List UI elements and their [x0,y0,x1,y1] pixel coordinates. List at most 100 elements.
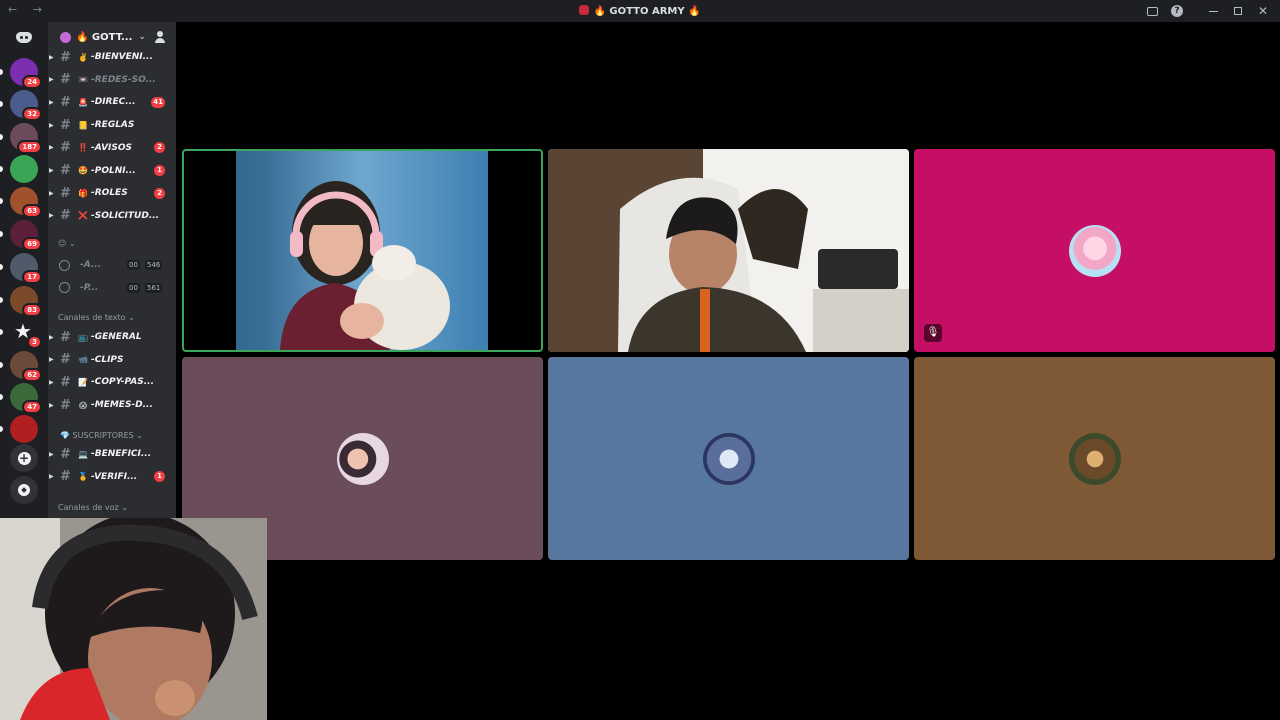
channel-item[interactable]: ▶ # 📒 -REGLAS [48,115,176,135]
channel-item[interactable]: ▶ # 📺 -GENERAL [48,327,176,347]
server-badge-icon [579,5,590,15]
channel-emoji: 🏅 [78,472,88,482]
server-icon[interactable]: 62 [10,351,42,382]
channel-emoji: 📒 [78,120,88,130]
participant-video-1 [236,151,488,350]
voice-category-header[interactable]: 😐 ⌄ [58,239,76,248]
channel-emoji: 🚨 [78,97,88,107]
channel-item[interactable]: ▶ # 📝 -COPY-PAS... [48,372,176,392]
participant-tile-3[interactable]: 🎙 [914,149,1275,352]
channel-item[interactable]: ▶ # 📹 -CLIPS [48,350,176,370]
channel-emoji: 📹 [78,355,88,365]
channel-item[interactable]: ▶ # 💻 -BENEFICI... [48,444,176,464]
channel-emoji: ✌️ [78,52,88,62]
title-bar: ← → 🔥 GOTTO ARMY 🔥 ? ✕ [0,0,1280,22]
text-channel-icon: # [60,117,71,133]
participant-tile-1[interactable] [182,149,543,352]
inbox-icon[interactable] [1146,6,1158,16]
collapse-arrow-icon: ▶ [49,189,54,197]
server-icon[interactable]: 17 [10,253,42,284]
channel-emoji: 📺 [78,332,88,342]
voice-channel-item[interactable]: -A... 00 546 [48,255,176,275]
server-icon[interactable]: 32 [10,90,42,121]
channel-item[interactable]: ▶ # 🏅 -VERIFI... 1 [48,467,176,487]
unread-pill [0,394,3,400]
channel-emoji: 🤩 [78,166,88,175]
channel-emoji: 📼 [78,75,88,85]
text-channel-icon: # [60,140,71,156]
collapse-arrow-icon: ▶ [49,167,54,174]
compass-icon [18,484,30,496]
subscribers-category-header[interactable]: 💎 SUSCRIPTORES ⌄ [60,431,143,440]
channel-emoji: 💻 [78,449,88,459]
unread-pill [0,362,3,368]
collapse-arrow-icon: ▶ [49,53,54,61]
participant-tile-6[interactable] [914,357,1275,560]
channel-name: -REDES-SO... [91,74,156,85]
voice-section-header[interactable]: Canales de voz ⌄ [58,503,128,512]
collapse-arrow-icon: ▶ [49,144,54,152]
streamer-webcam-overlay [0,518,267,720]
participant-avatar-6 [1068,432,1121,485]
channel-name: -BENEFICI... [91,449,152,459]
channel-name: -COPY-PAS... [91,377,154,388]
server-icon[interactable]: 83 [10,286,42,317]
channel-item[interactable]: ▶ # ‼️ -AVISOS 2 [48,138,176,158]
server-notification-badge: 47 [22,400,42,414]
participant-tile-5[interactable] [548,357,909,560]
unread-pill [0,101,3,107]
unread-pill [0,264,3,270]
server-icon[interactable]: 24 [10,58,42,89]
explore-servers-button[interactable] [10,476,38,504]
channel-name: -MEMES-D... [91,400,153,411]
user-count-current: 00 [127,282,140,293]
text-channel-icon: # [60,49,71,65]
participant-video-2 [548,149,909,352]
voice-channel-item[interactable]: -P... 00 561 [48,278,176,298]
channel-item[interactable]: ▶ # ✌️ -BIENVENI... [48,47,176,67]
add-server-button[interactable]: + [10,444,38,472]
unread-pill [0,329,3,335]
close-icon[interactable]: ✕ [1258,4,1268,18]
unread-pill [0,231,3,237]
channel-name: -ROLES [91,188,128,199]
text-channel-icon: # [60,329,71,345]
collapse-arrow-icon: ▶ [49,121,54,129]
mention-count-badge: 2 [154,187,165,199]
server-notification-badge: 17 [22,270,42,284]
server-icon[interactable]: 69 [10,220,42,251]
server-icon[interactable]: 47 [10,383,42,414]
channel-item[interactable]: ▶ # 😱 -MEMES-D... [48,395,176,415]
text-channel-icon: # [60,469,71,485]
user-count-limit: 561 [145,282,163,293]
collapse-arrow-icon: ▶ [49,356,54,364]
unread-pill [0,198,3,204]
server-icon[interactable]: 63 [10,187,42,218]
channel-item[interactable]: ▶ # 🚨 -DIREC... 41 [48,92,176,112]
server-icon[interactable]: 187 [10,123,42,154]
text-category-header[interactable]: Canales de texto ⌄ [58,313,135,322]
server-icon[interactable]: ★ 3 [10,318,42,349]
unread-pill [0,166,3,172]
channel-name: -POLNI... [91,165,136,176]
server-notification-badge: 187 [17,140,42,154]
channel-item[interactable]: ▶ # 📼 -REDES-SO... [48,70,176,90]
help-icon[interactable]: ? [1170,5,1183,17]
user-count-current: 00 [127,260,140,270]
collapse-arrow-icon: ▶ [49,98,54,106]
chevron-down-icon: ⌄ [138,32,146,42]
server-icon[interactable] [10,415,38,443]
channel-item[interactable]: ▶ # ❌ -SOLICITUD... [48,206,176,226]
channel-item[interactable]: ▶ # 🤩 -POLNI... 1 [48,161,176,181]
text-channel-icon: # [60,185,71,201]
channel-emoji: ❌ [78,211,88,221]
server-icon[interactable] [10,155,38,183]
minimize-icon[interactable] [1208,10,1218,12]
invite-people-icon[interactable] [155,31,167,43]
discord-home-icon[interactable] [10,25,38,49]
window-title-text: 🔥 GOTTO ARMY 🔥 [593,6,701,17]
channel-item[interactable]: ▶ # 🎁 -ROLES 2 [48,183,176,203]
collapse-arrow-icon: ▶ [49,401,54,409]
participant-tile-2[interactable] [548,149,909,352]
maximize-icon[interactable] [1233,7,1242,15]
